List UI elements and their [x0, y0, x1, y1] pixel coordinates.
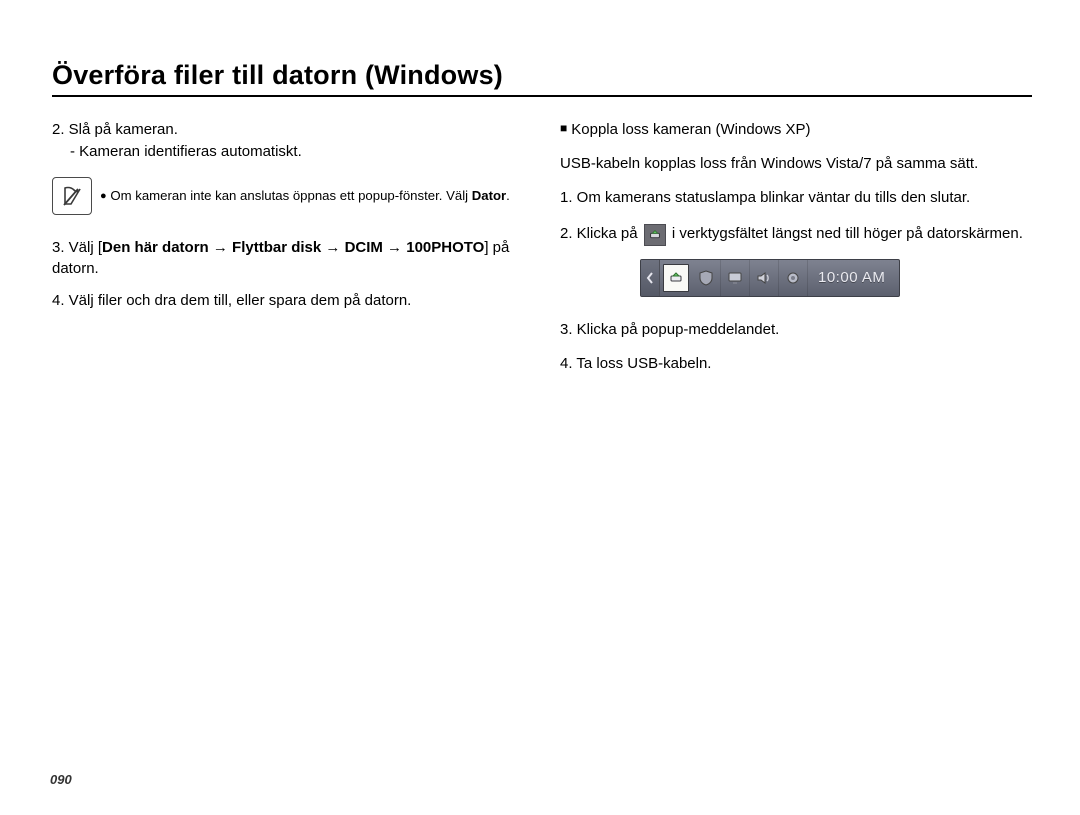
right-column: ■ Koppla loss kameran (Windows XP) USB-ka… — [560, 119, 1032, 387]
step-4-text: 4. Välj filer och dra dem till, eller sp… — [52, 292, 411, 309]
step-3-bold: Den här datorn → Flyttbar disk → DCIM → … — [102, 239, 484, 256]
step-2: 2. Slå på kameran. - Kameran identifiera… — [52, 119, 524, 163]
step-3: 3. Välj [Den här datorn → Flyttbar disk … — [52, 237, 524, 281]
tray-network-icon — [779, 260, 808, 296]
note-post: . — [506, 188, 510, 203]
taskbar-screenshot: 10:00 AM — [640, 259, 1032, 297]
system-tray: 10:00 AM — [640, 259, 900, 297]
page-title: Överföra filer till datorn (Windows) — [52, 60, 1032, 91]
title-underline — [52, 95, 1032, 97]
left-column: 2. Slå på kameran. - Kameran identifiera… — [52, 119, 524, 387]
right-step-2: 2. Klicka på i verktygsfältet längst ned… — [560, 220, 1032, 245]
right-step-3: 3. Klicka på popup-meddelandet. — [560, 319, 1032, 341]
note-text: ● Om kameran inte kan anslutas öppnas et… — [100, 187, 510, 205]
right-step-2-pre: 2. Klicka på — [560, 225, 638, 242]
tray-monitor-icon — [721, 260, 750, 296]
right-step-2-post: i verktygsfältet längst ned till höger p… — [672, 225, 1023, 242]
info-note: ● Om kameran inte kan anslutas öppnas et… — [52, 177, 524, 215]
step-2-text: 2. Slå på kameran. — [52, 121, 178, 138]
right-intro: USB-kabeln kopplas loss från Windows Vis… — [560, 153, 1032, 175]
two-column-layout: 2. Slå på kameran. - Kameran identifiera… — [52, 119, 1032, 387]
tray-volume-icon — [750, 260, 779, 296]
right-step-1: 1. Om kamerans statuslampa blinkar vänta… — [560, 187, 1032, 209]
tray-shield-icon — [692, 260, 721, 296]
page-number: 090 — [50, 772, 72, 787]
tray-expand-icon — [641, 260, 660, 296]
tray-clock: 10:00 AM — [808, 267, 899, 289]
note-bold: Dator — [472, 188, 506, 203]
right-heading-row: ■ Koppla loss kameran (Windows XP) — [560, 119, 1032, 141]
manual-page: Överföra filer till datorn (Windows) 2. … — [0, 0, 1080, 815]
step-2-sub: - Kameran identifieras automatiskt. — [52, 143, 302, 160]
step-4: 4. Välj filer och dra dem till, eller sp… — [52, 290, 524, 312]
step-3-pre: 3. Välj [ — [52, 239, 102, 256]
note-pre: Om kameran inte kan anslutas öppnas ett … — [110, 188, 471, 203]
right-heading: Koppla loss kameran (Windows XP) — [571, 121, 810, 138]
note-icon — [52, 177, 92, 215]
square-bullet-icon: ■ — [560, 121, 567, 135]
right-step-4: 4. Ta loss USB-kabeln. — [560, 353, 1032, 375]
safely-remove-hardware-icon — [644, 224, 666, 246]
tray-safely-remove-icon — [663, 264, 689, 292]
